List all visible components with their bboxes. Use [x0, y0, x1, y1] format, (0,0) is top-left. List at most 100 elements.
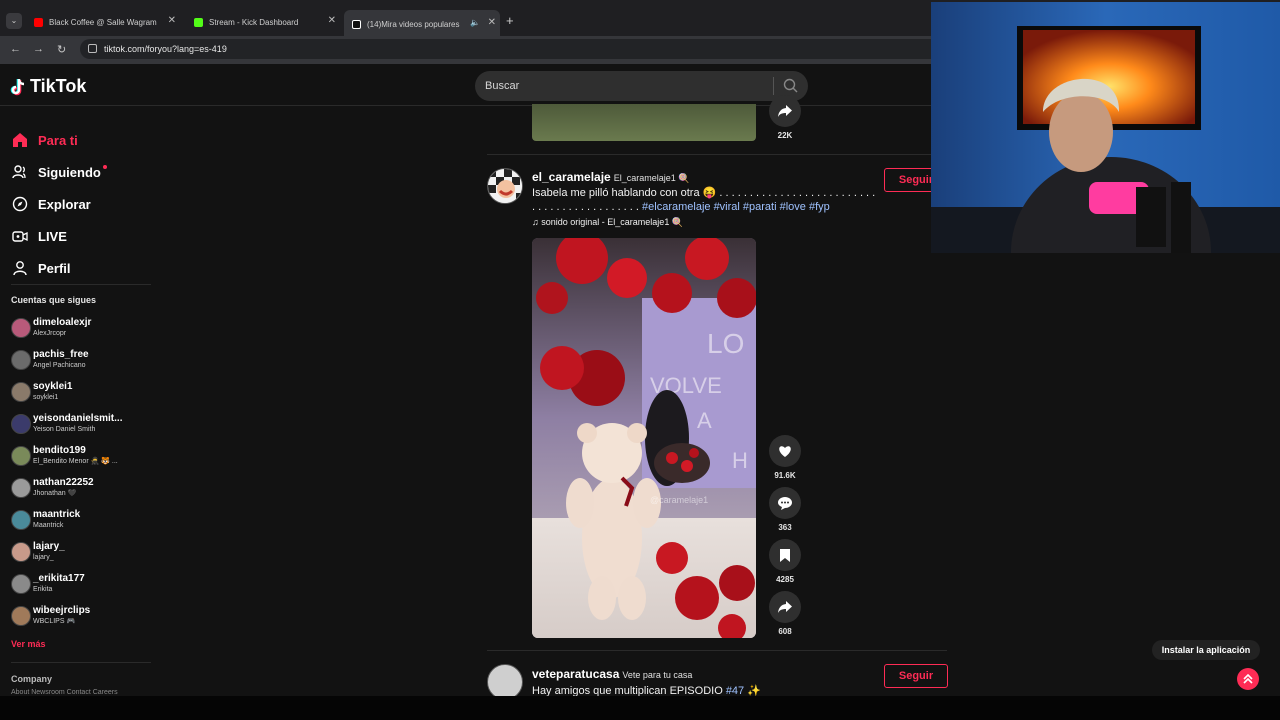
caption-hashtags[interactable]: #elcaramelaje #viral #parati #love #fyp: [642, 201, 830, 213]
account-username: lajary_: [33, 541, 65, 552]
sidebar-nav: Para ti Siguiendo Explorar LIVE Perfil: [12, 124, 107, 284]
account-username: nathan22252: [33, 477, 94, 488]
post-author-avatar[interactable]: [487, 168, 523, 204]
post-nickname[interactable]: Vete para tu casa: [622, 670, 692, 680]
account-username: wibeejrclips: [33, 605, 91, 616]
nav-label: LIVE: [38, 228, 67, 244]
footer-links[interactable]: About Newsroom Contact Careers: [11, 689, 118, 696]
scroll-to-top-button[interactable]: [1237, 668, 1259, 690]
avatar: [11, 606, 31, 626]
save-button[interactable]: [769, 539, 801, 571]
account-name: Erikita: [33, 586, 53, 593]
previous-video[interactable]: [532, 104, 756, 141]
post-nickname[interactable]: El_caramelaje1 🍭: [614, 173, 690, 183]
site-info-icon[interactable]: [88, 44, 97, 53]
followed-account[interactable]: _erikita177 Erikita: [11, 573, 85, 595]
share-button[interactable]: [769, 591, 801, 623]
post-caption: Hay amigos que multiplican EPISODIO #47 …: [532, 684, 877, 696]
account-name: WBCLIPS 🎮: [33, 618, 76, 625]
post-username[interactable]: el_caramelaje: [532, 170, 611, 184]
like-button[interactable]: [769, 435, 801, 467]
account-username: maantrick: [33, 509, 81, 520]
live-icon: [12, 231, 28, 242]
home-icon: [13, 133, 27, 147]
save-count: 4285: [776, 575, 794, 584]
nav-item-live[interactable]: LIVE: [12, 220, 107, 252]
nav-item-perfil[interactable]: Perfil: [12, 252, 107, 284]
followed-account[interactable]: yeisondanielsmit... Yeison Daniel Smith: [11, 413, 122, 435]
nav-item-explorar[interactable]: Explorar: [12, 188, 107, 220]
back-icon[interactable]: ←: [10, 43, 21, 55]
nav-item-siguiendo[interactable]: Siguiendo: [12, 156, 107, 188]
tab-youtube[interactable]: Black Coffee @ Salle Wagram ✕: [26, 12, 180, 32]
close-icon[interactable]: ✕: [488, 17, 496, 28]
url-field[interactable]: tiktok.com/foryou?lang=es-419: [80, 39, 940, 59]
logo-text: TikTok: [30, 76, 87, 96]
avatar: [11, 318, 31, 338]
tab-kick[interactable]: Stream - Kick Dashboard ✕: [186, 12, 340, 32]
new-tab-button[interactable]: +: [506, 13, 514, 28]
account-username: dimeloalexjr: [33, 317, 92, 328]
webcam-overlay: [931, 2, 1280, 253]
following-icon: [12, 165, 26, 179]
nav-item-para-ti[interactable]: Para ti: [12, 124, 107, 156]
account-username: bendito199: [33, 445, 86, 456]
video-watermark: @caramelaje1: [650, 495, 708, 505]
followed-account[interactable]: soyklei1 soyklei1: [11, 381, 72, 403]
followed-account[interactable]: lajary_ lajary_: [11, 541, 65, 563]
close-icon[interactable]: ✕: [328, 15, 336, 26]
comment-button[interactable]: [769, 487, 801, 519]
browser-window: ⌄ Black Coffee @ Salle Wagram ✕ Stream -…: [0, 0, 1280, 720]
sidebar-divider: [11, 662, 151, 663]
caption-emoji: ✨: [747, 685, 761, 696]
avatar: [11, 350, 31, 370]
forward-icon[interactable]: →: [33, 43, 44, 55]
followed-account[interactable]: dimeloalexjr AlexJrcopr: [11, 317, 91, 339]
speaker-icon[interactable]: 🔈: [470, 18, 480, 27]
account-name: Maantrick: [33, 522, 64, 529]
share-count: 608: [778, 627, 792, 636]
tiktok-logo-icon: [10, 78, 25, 95]
account-name: soyklei1: [33, 394, 59, 401]
avatar: [11, 574, 31, 594]
followed-account[interactable]: bendito199 El_Bendito Menor 🥷 🐯 ...: [11, 445, 118, 467]
search-icon[interactable]: [783, 78, 798, 93]
followed-account[interactable]: wibeejrclips WBCLIPS 🎮: [11, 605, 90, 627]
post-header: veteparatucasa Vete para tu casa: [532, 667, 692, 681]
profile-icon: [13, 261, 27, 276]
tab-tiktok[interactable]: (14)Mira videos populares 🔈 ✕: [344, 10, 500, 38]
account-username: yeisondanielsmit...: [33, 413, 123, 424]
tab-search-button[interactable]: ⌄: [6, 13, 22, 29]
see-more-link[interactable]: Ver más: [11, 639, 46, 649]
video-player[interactable]: LO VOLVE A H @caramelaje1: [532, 238, 756, 638]
caption-hashtag[interactable]: #47: [726, 685, 744, 696]
avatar: [11, 478, 31, 498]
followed-account[interactable]: nathan22252 Jhonathan 🖤: [11, 477, 94, 499]
share-button[interactable]: [769, 95, 801, 127]
followed-account[interactable]: pachis_free Angel Pachicano: [11, 349, 89, 371]
followed-account[interactable]: maantrick Maantrick: [11, 509, 80, 531]
reload-icon[interactable]: ↻: [57, 43, 66, 56]
close-icon[interactable]: ✕: [168, 15, 176, 26]
post-author-avatar[interactable]: [487, 664, 523, 696]
like-count: 91.6K: [774, 471, 796, 480]
account-username: pachis_free: [33, 349, 89, 360]
search-input[interactable]: Buscar: [475, 71, 808, 101]
account-username: soyklei1: [33, 381, 73, 392]
bookmark-icon: [780, 548, 790, 562]
tiktok-logo[interactable]: TikTok: [10, 76, 86, 97]
avatar: [11, 446, 31, 466]
company-link[interactable]: Company: [11, 674, 52, 684]
tab-title: Stream - Kick Dashboard: [209, 17, 299, 27]
post-username[interactable]: veteparatucasa: [532, 667, 619, 681]
follow-button[interactable]: Seguir: [884, 664, 948, 688]
heart-icon: [779, 445, 791, 457]
arrow-up-icon: [1243, 674, 1253, 684]
url-text: tiktok.com/foryou?lang=es-419: [104, 44, 227, 54]
post-sound[interactable]: ♫ sonido original - El_caramelaje1 🍭: [532, 217, 683, 228]
account-username: _erikita177: [33, 573, 85, 584]
install-app-button[interactable]: Instalar la aplicación: [1152, 640, 1260, 660]
webcam-image: [931, 2, 1280, 253]
account-name: lajary_: [33, 554, 54, 561]
notification-dot: [102, 165, 107, 169]
